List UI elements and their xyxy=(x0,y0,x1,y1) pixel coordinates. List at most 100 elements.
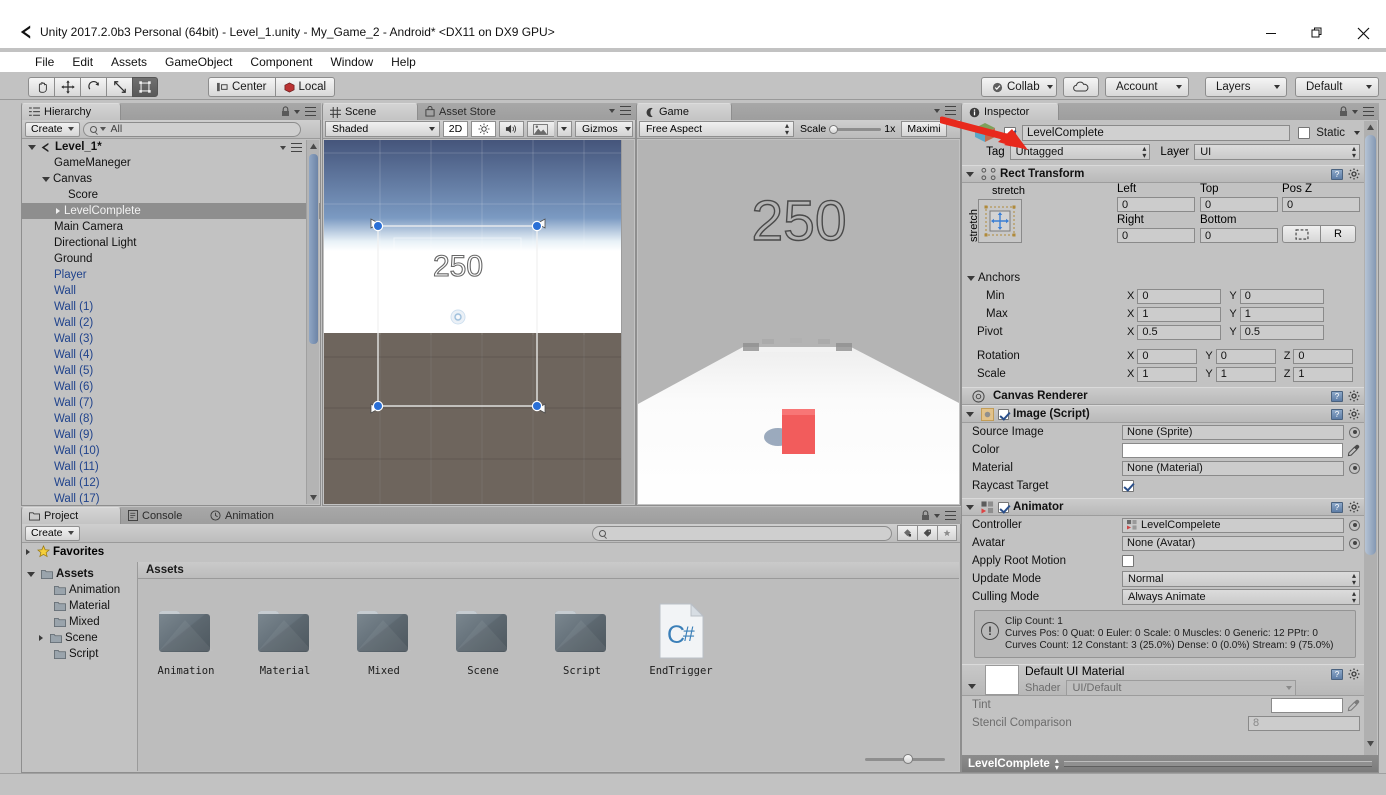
project-tree-item-material[interactable]: Material xyxy=(23,598,137,614)
scene-context-menu-icon[interactable] xyxy=(291,143,302,152)
hierarchy-item-directional-light[interactable]: Directional Light xyxy=(22,235,320,251)
updown-arrows-icon[interactable]: ▴ ▾ xyxy=(1055,756,1059,771)
game-panel-menu[interactable] xyxy=(934,106,956,115)
panel-menu-icon[interactable] xyxy=(620,106,631,115)
lock-icon[interactable] xyxy=(1339,106,1348,117)
help-icon[interactable]: ? xyxy=(1331,390,1343,402)
scene-viewport[interactable]: 250 xyxy=(324,140,634,504)
blueprint-mode-button[interactable] xyxy=(1282,225,1320,243)
scene-scrollbar[interactable] xyxy=(621,140,634,504)
pivot-mode-button[interactable]: Center xyxy=(208,77,275,97)
cloud-button[interactable] xyxy=(1063,77,1099,97)
help-icon[interactable]: ? xyxy=(1331,501,1343,513)
tag-dropdown[interactable]: Untagged ▴ ▾ xyxy=(1009,144,1151,160)
scale-tool-button[interactable] xyxy=(106,77,132,97)
hierarchy-create-button[interactable]: Create xyxy=(25,121,80,137)
project-zoom-slider[interactable] xyxy=(865,753,945,765)
hierarchy-item-gamemaneger[interactable]: GameManeger xyxy=(22,155,320,171)
help-icon[interactable]: ? xyxy=(1331,408,1343,420)
inspector-footer-track[interactable] xyxy=(1063,760,1372,767)
anchor-max-y-field[interactable]: 1 xyxy=(1239,306,1324,322)
chevron-down-icon[interactable] xyxy=(27,571,35,577)
hierarchy-item-wall-6[interactable]: Wall (6) xyxy=(22,379,320,395)
scroll-up-arrow-icon[interactable] xyxy=(309,142,318,151)
tab-project[interactable]: Project xyxy=(21,507,121,524)
static-checkbox[interactable] xyxy=(1298,126,1311,139)
project-tree-item-mixed[interactable]: Mixed xyxy=(23,614,137,630)
minimize-button[interactable] xyxy=(1248,18,1294,48)
raycast-target-checkbox[interactable] xyxy=(1122,480,1134,492)
culling-mode-dropdown[interactable]: Always Animate ▴ ▾ xyxy=(1122,589,1360,605)
shader-dropdown[interactable]: UI/Default xyxy=(1066,680,1297,696)
close-button[interactable] xyxy=(1340,18,1386,48)
hierarchy-item-wall-9[interactable]: Wall (9) xyxy=(22,427,320,443)
layer-dropdown[interactable]: UI ▴ ▾ xyxy=(1194,144,1360,160)
anchor-min-y-field[interactable]: 0 xyxy=(1239,288,1324,304)
chevron-down-icon[interactable] xyxy=(967,275,975,281)
material-field[interactable]: None (Material) xyxy=(1122,460,1344,476)
menu-gameobject[interactable]: GameObject xyxy=(156,52,241,72)
animator-component-header[interactable]: Animator ? xyxy=(962,498,1364,516)
menu-file[interactable]: File xyxy=(26,52,63,72)
pivot-rotation-button[interactable]: Local xyxy=(274,77,336,97)
right-field[interactable]: 0 xyxy=(1117,228,1195,243)
menu-component[interactable]: Component xyxy=(241,52,321,72)
object-picker-icon[interactable] xyxy=(1349,462,1360,474)
gear-icon[interactable] xyxy=(1348,408,1360,420)
raw-edit-mode-button[interactable]: R xyxy=(1320,225,1356,243)
layers-button[interactable]: Layers xyxy=(1205,77,1287,97)
tab-scene[interactable]: Scene xyxy=(322,103,418,120)
collab-button[interactable]: Collab xyxy=(981,77,1057,97)
chevron-down-icon[interactable] xyxy=(28,144,36,150)
rotation-z-field[interactable]: 0 xyxy=(1293,348,1354,364)
project-tree-item-assets[interactable]: Assets xyxy=(23,566,137,582)
stencil-comparison-field[interactable]: 8 xyxy=(1248,715,1360,731)
rotation-x-field[interactable]: 0 xyxy=(1137,348,1198,364)
zoom-slider-knob[interactable] xyxy=(903,754,914,764)
menu-assets[interactable]: Assets xyxy=(102,52,156,72)
scroll-up-arrow-icon[interactable] xyxy=(1366,123,1375,135)
lock-icon[interactable] xyxy=(921,510,930,521)
update-mode-dropdown[interactable]: Normal ▴ ▾ xyxy=(1122,571,1360,587)
tab-asset-store[interactable]: Asset Store xyxy=(418,103,526,120)
material-header[interactable]: Default UI Material Shader UI/Default ? xyxy=(962,664,1364,696)
tab-inspector[interactable]: Inspector xyxy=(961,103,1059,120)
game-scale-slider[interactable] xyxy=(829,122,882,136)
tint-swatch-field[interactable] xyxy=(1271,697,1343,713)
asset-item-script[interactable]: Script xyxy=(544,603,620,677)
tab-game[interactable]: Game xyxy=(636,103,732,120)
pivot-y-field[interactable]: 0.5 xyxy=(1239,324,1324,340)
hierarchy-panel-menu[interactable] xyxy=(281,106,316,117)
posz-field[interactable]: 0 xyxy=(1282,197,1360,212)
filter-by-favorite-button[interactable] xyxy=(937,525,957,541)
image-component-header[interactable]: Image (Script) ? xyxy=(962,405,1364,423)
hierarchy-item-wall-10[interactable]: Wall (10) xyxy=(22,443,320,459)
top-field[interactable]: 0 xyxy=(1200,197,1278,212)
scale-y-field[interactable]: 1 xyxy=(1215,366,1276,382)
hierarchy-scrollbar[interactable] xyxy=(306,140,319,504)
eyedropper-icon[interactable] xyxy=(1347,444,1360,457)
hierarchy-item-wall-4[interactable]: Wall (4) xyxy=(22,347,320,363)
rotate-tool-button[interactable] xyxy=(80,77,106,97)
hierarchy-item-wall-2[interactable]: Wall (2) xyxy=(22,315,320,331)
hierarchy-item-wall-7[interactable]: Wall (7) xyxy=(22,395,320,411)
asset-item-animation[interactable]: Animation xyxy=(148,603,224,677)
chevron-down-icon[interactable] xyxy=(966,504,974,510)
bottom-field[interactable]: 0 xyxy=(1200,228,1278,243)
lock-icon[interactable] xyxy=(281,106,290,117)
game-aspect-dropdown[interactable]: Free Aspect ▴ ▾ xyxy=(639,121,794,137)
tab-console[interactable]: Console xyxy=(121,507,203,524)
chevron-down-icon[interactable] xyxy=(968,684,976,689)
apply-root-motion-checkbox[interactable] xyxy=(1122,555,1134,567)
controller-field[interactable]: LevelCompelete xyxy=(1122,517,1344,533)
hierarchy-item-wall-1[interactable]: Wall (1) xyxy=(22,299,320,315)
scroll-down-arrow-icon[interactable] xyxy=(309,493,318,502)
scene-gizmos-dropdown[interactable]: Gizmos xyxy=(575,121,633,137)
source-image-field[interactable]: None (Sprite) xyxy=(1122,424,1344,440)
tab-hierarchy[interactable]: Hierarchy xyxy=(21,103,121,120)
asset-item-endtrigger[interactable]: C # EndTrigger xyxy=(643,603,719,677)
gear-icon[interactable] xyxy=(1348,668,1360,680)
canvas-renderer-header[interactable]: Canvas Renderer ? xyxy=(962,387,1364,405)
panel-menu-icon[interactable] xyxy=(305,107,316,116)
move-tool-button[interactable] xyxy=(54,77,80,97)
